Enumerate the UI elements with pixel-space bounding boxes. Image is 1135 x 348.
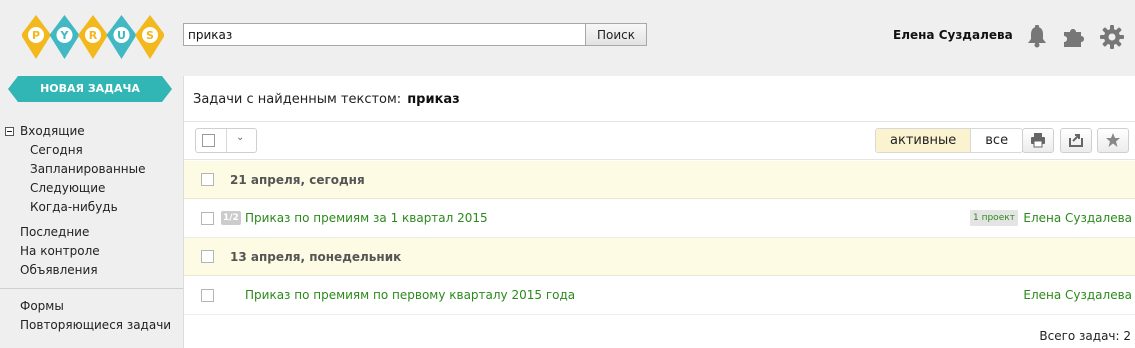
chevron-down-icon[interactable]: ⌄ [236,132,244,143]
task-checkbox[interactable] [201,289,214,302]
sidebar-item-planned[interactable]: Запланированные [0,160,183,179]
sidebar-nav: Входящие Сегодня Запланированные Следующ… [0,122,183,335]
sidebar-item-forms[interactable]: Формы [0,297,183,316]
new-task-label: НОВАЯ ЗАДАЧА [40,82,140,95]
print-icon [1031,133,1045,148]
group-checkbox[interactable] [201,250,214,263]
task-responsible[interactable]: Елена Суздалева [1023,288,1132,302]
sidebar-item-inbox[interactable]: Входящие [0,122,183,141]
group-checkbox[interactable] [201,173,214,186]
export-button[interactable] [1060,128,1092,153]
new-task-button[interactable]: НОВАЯ ЗАДАЧА [8,76,172,102]
select-all-dropdown[interactable]: ⌄ [195,128,257,153]
sidebar-item-someday[interactable]: Когда-нибудь [0,198,183,217]
sidebar-item-recent[interactable]: Последние [0,223,183,242]
search-input[interactable] [183,23,586,46]
filter-all-tab[interactable]: все [970,129,1023,152]
print-button[interactable] [1022,128,1054,153]
logo-letter: Y [60,29,70,42]
task-title[interactable]: Приказ по премиям по первому кварталу 20… [245,288,575,302]
date-group-header: 13 апреля, понедельник [184,238,1135,276]
logo-letter: R [89,29,98,42]
title-query: приказ [407,92,460,107]
sidebar-divider [0,288,183,289]
task-responsible[interactable]: Елена Суздалева [1023,211,1132,225]
sidebar-item-watching[interactable]: На контроле [0,242,183,261]
task-title[interactable]: Приказ по премиям за 1 квартал 2015 [245,211,488,225]
date-group-header: 21 апреля, сегодня [184,161,1135,199]
logo-letter: S [146,29,154,42]
sidebar-item-label: Входящие [20,124,85,138]
logo-letter: U [117,29,126,42]
select-all-checkbox[interactable] [202,134,215,147]
task-row[interactable]: Приказ по премиям по первому кварталу 20… [184,277,1135,315]
group-label: 21 апреля, сегодня [230,173,365,187]
export-icon [1069,134,1083,147]
task-total-count: Всего задач: 2 [1039,329,1131,343]
group-label: 13 апреля, понедельник [230,250,402,264]
task-list-panel: Задачи с найденным текстом: приказ ⌄ акти… [183,76,1135,348]
task-row[interactable]: 1/2 Приказ по премиям за 1 квартал 2015 … [184,200,1135,238]
sidebar-item-next[interactable]: Следующие [0,179,183,198]
gear-icon[interactable] [1099,24,1125,50]
title-prefix: Задачи с найденным текстом: [193,92,402,107]
search-button[interactable]: Поиск [585,23,647,46]
sidebar-item-recurring-tasks[interactable]: Повторяющиеся задачи [0,316,183,335]
task-checkbox[interactable] [201,212,214,225]
bell-icon[interactable] [1024,24,1050,50]
collapse-icon[interactable] [5,127,14,136]
comment-count-badge: 1/2 [221,211,241,225]
pyrus-logo[interactable]: PYRUS [22,14,164,60]
filter-active-tab[interactable]: активные [876,129,971,152]
logo-letter: P [32,29,40,42]
project-badge[interactable]: 1 проект [970,210,1018,226]
page-title: Задачи с найденным текстом: приказ [193,92,460,107]
sidebar-item-announcements[interactable]: Объявления [0,261,183,280]
task-toolbar: ⌄ активные все [184,121,1135,160]
status-filter: активные все [875,128,1024,153]
star-icon [1106,133,1120,147]
puzzle-icon[interactable] [1061,24,1087,50]
sidebar-item-today[interactable]: Сегодня [0,141,183,160]
user-name[interactable]: Елена Суздалева [893,28,1013,42]
favorite-button[interactable] [1097,128,1129,153]
